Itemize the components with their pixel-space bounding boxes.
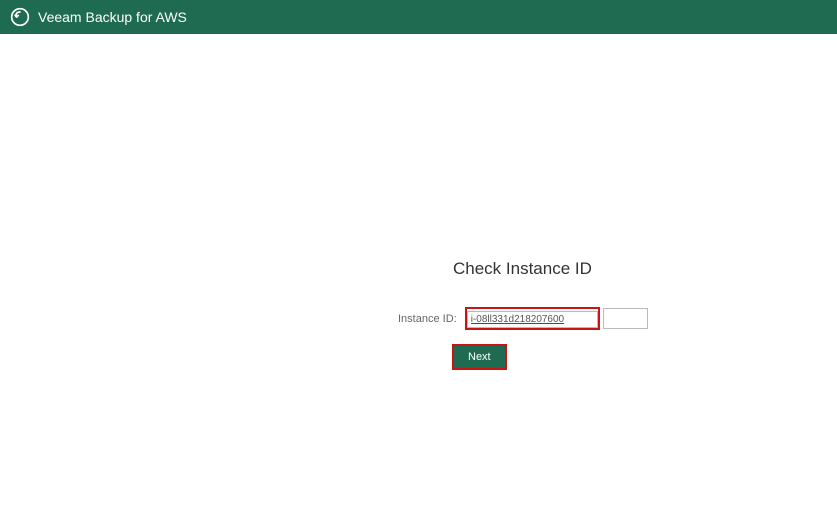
instance-id-label: Instance ID:: [398, 313, 457, 325]
button-highlight: Next: [452, 344, 507, 370]
input-highlight: [465, 307, 600, 330]
next-button[interactable]: Next: [454, 346, 505, 368]
instance-id-input[interactable]: [467, 311, 598, 328]
instance-id-row: Instance ID:: [398, 307, 648, 330]
app-title: Veeam Backup for AWS: [38, 9, 187, 25]
form-heading: Check Instance ID: [453, 259, 648, 279]
app-header: Veeam Backup for AWS: [0, 0, 837, 34]
main-content: Check Instance ID Instance ID: Next: [0, 34, 837, 521]
button-row: Next: [452, 344, 648, 370]
check-instance-form: Check Instance ID Instance ID: Next: [398, 259, 648, 370]
veeam-logo-icon: [10, 7, 30, 27]
input-extension-box[interactable]: [603, 308, 648, 329]
